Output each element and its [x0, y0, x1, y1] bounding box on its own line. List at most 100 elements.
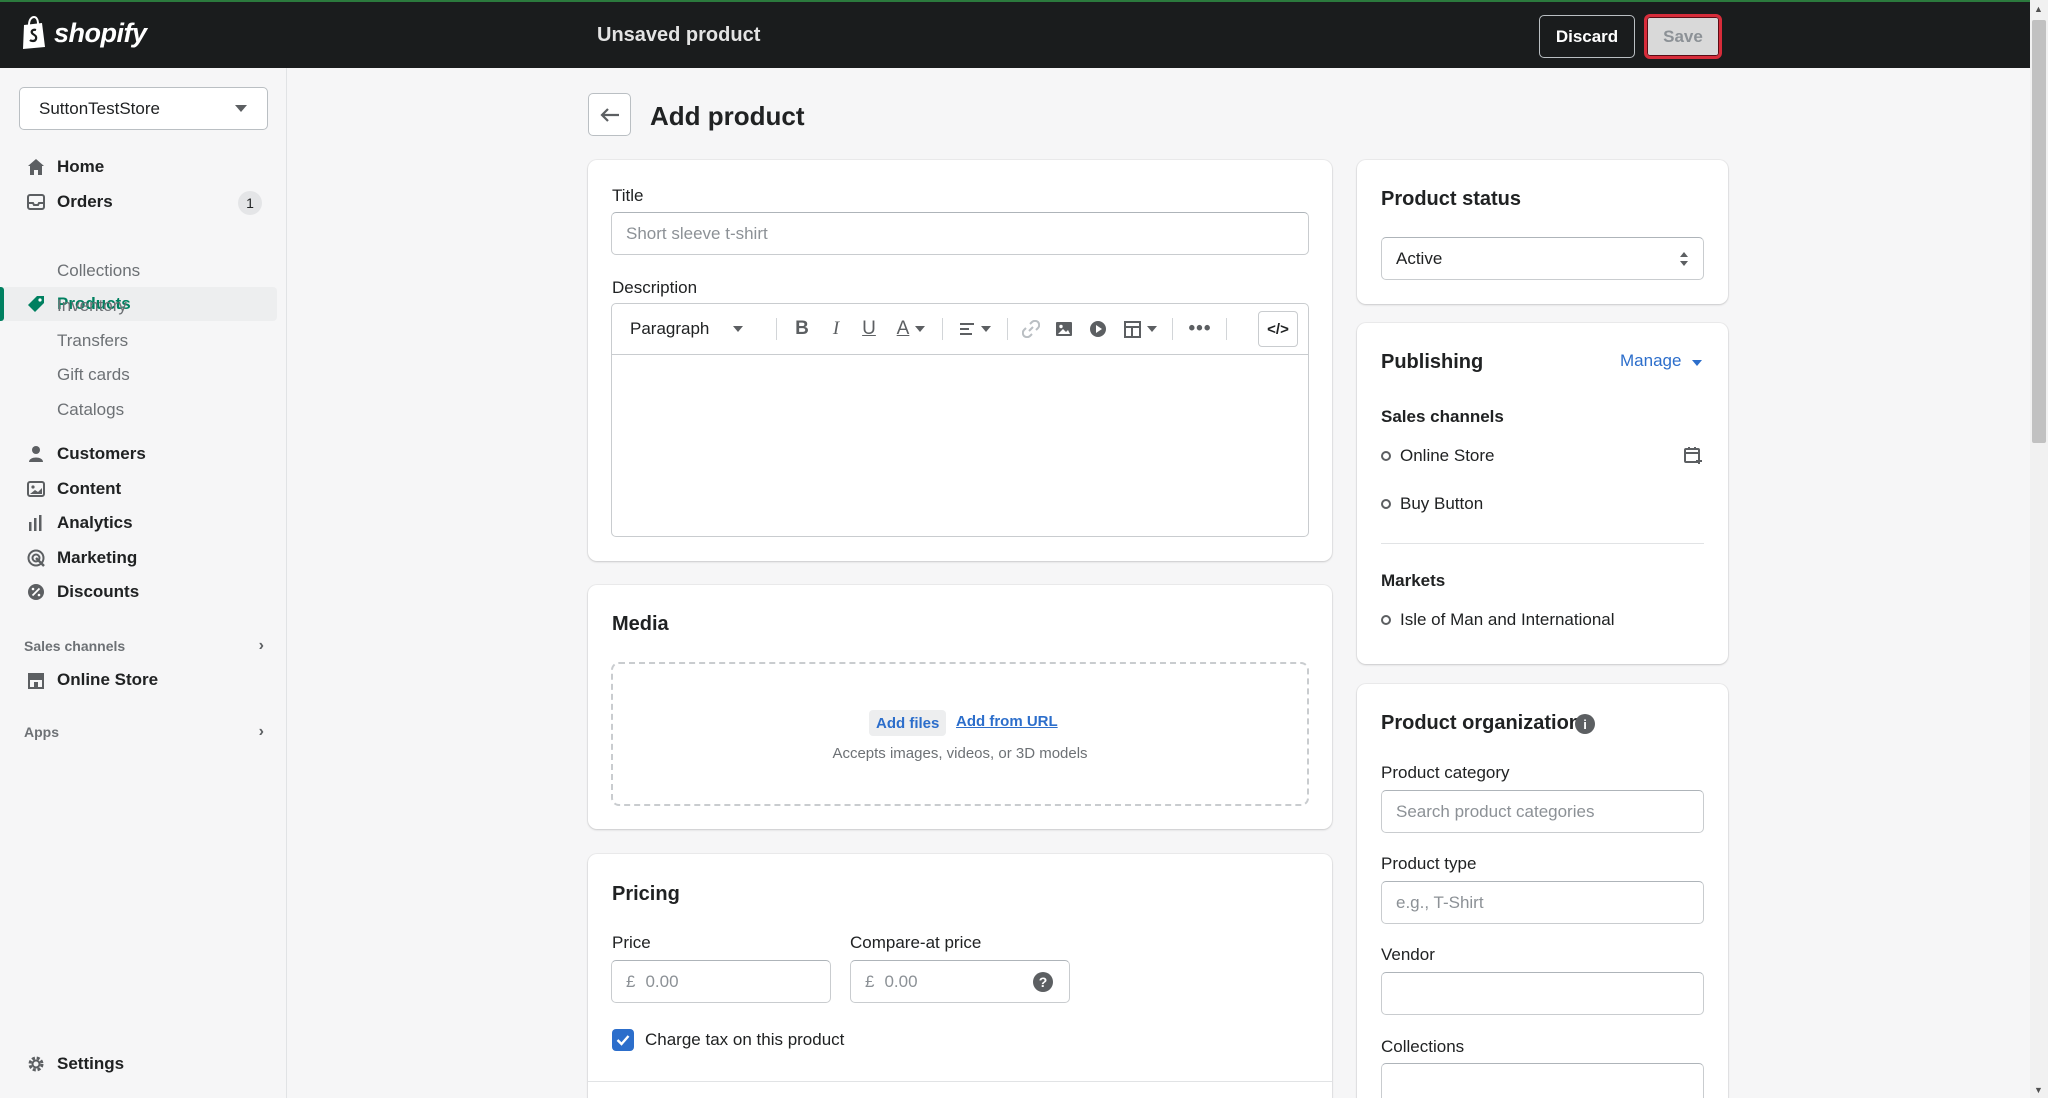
- compare-at-price-input[interactable]: £ 0.00 ?: [850, 960, 1070, 1003]
- sidebar-item-label: Discounts: [57, 582, 140, 601]
- sidebar-item-label: Content: [57, 479, 122, 498]
- caret-down-icon: [235, 105, 247, 112]
- image-icon[interactable]: [1052, 317, 1076, 341]
- target-icon: [26, 548, 46, 568]
- top-bar: shopify Unsaved product Discard Save: [0, 0, 2030, 68]
- title-placeholder: Short sleeve t-shirt: [626, 223, 768, 243]
- product-status-select[interactable]: Active: [1381, 237, 1704, 280]
- currency-symbol: £: [626, 971, 636, 991]
- save-button[interactable]: Save: [1644, 14, 1722, 59]
- sidebar-item-label: Marketing: [57, 548, 138, 567]
- sidebar-item-products[interactable]: Products: [0, 287, 277, 321]
- sidebar-item-content[interactable]: Content: [0, 472, 277, 506]
- add-files-button[interactable]: Add files: [869, 710, 947, 736]
- sidebar-subitem-collections[interactable]: Collections: [57, 261, 140, 281]
- price-placeholder: 0.00: [645, 971, 679, 991]
- sidebar-item-online-store[interactable]: Online Store: [0, 663, 277, 697]
- scroll-down-icon[interactable]: ▼: [2034, 1085, 2043, 1095]
- sales-channels-label: Sales channels: [24, 638, 126, 654]
- sidebar-subitem-inventory[interactable]: Inventory: [57, 296, 127, 316]
- product-category-input[interactable]: Search product categories: [1381, 790, 1704, 833]
- table-icon[interactable]: [1120, 317, 1160, 341]
- video-icon[interactable]: [1086, 317, 1110, 341]
- paragraph-select[interactable]: Paragraph: [630, 317, 770, 341]
- product-type-label: Product type: [1381, 854, 1477, 873]
- caret-down-icon: [915, 326, 926, 332]
- toolbar-divider: [1172, 318, 1173, 340]
- sidebar-item-settings[interactable]: Settings: [0, 1047, 277, 1081]
- markets-subheading: Markets: [1381, 571, 1446, 590]
- schedule-calendar-icon[interactable]: [1683, 445, 1703, 470]
- media-title: Media: [612, 613, 669, 635]
- caret-down-icon: [1692, 360, 1703, 366]
- store-selector[interactable]: SuttonTestStore: [19, 87, 268, 130]
- product-type-input[interactable]: e.g., T-Shirt: [1381, 881, 1704, 924]
- compare-placeholder: 0.00: [884, 971, 918, 991]
- collections-label: Collections: [1381, 1037, 1465, 1056]
- sidebar-item-marketing[interactable]: Marketing: [0, 541, 277, 575]
- code-view-icon[interactable]: </>: [1258, 311, 1298, 347]
- link-icon[interactable]: [1019, 317, 1043, 341]
- select-arrows-icon: [1680, 252, 1688, 266]
- publishing-title: Publishing: [1381, 351, 1484, 373]
- sidebar-item-home[interactable]: Home: [0, 150, 277, 184]
- content-icon: [26, 479, 46, 499]
- product-organization-title: Product organization: [1381, 712, 1581, 734]
- pricing-title: Pricing: [612, 883, 680, 905]
- brand-name: shopify: [54, 17, 147, 48]
- sidebar-item-label: Customers: [57, 444, 146, 463]
- sidebar-item-discounts[interactable]: Discounts: [0, 575, 277, 609]
- add-from-url-link[interactable]: Add from URL: [956, 713, 1058, 730]
- description-label: Description: [612, 278, 698, 297]
- orders-icon: [26, 192, 46, 212]
- scrollbar-thumb[interactable]: [2032, 20, 2046, 443]
- product-status-value: Active: [1396, 248, 1443, 268]
- help-icon[interactable]: ?: [1033, 972, 1053, 992]
- align-icon[interactable]: [954, 317, 996, 341]
- sales-channels-heading[interactable]: Sales channels ›: [24, 637, 264, 654]
- underline-icon[interactable]: U: [857, 317, 881, 341]
- type-placeholder: e.g., T-Shirt: [1396, 892, 1484, 912]
- sidebar-item-label: Analytics: [57, 513, 133, 532]
- sidebar-item-orders[interactable]: Orders 1: [0, 185, 277, 219]
- italic-icon[interactable]: I: [824, 317, 848, 341]
- discard-button[interactable]: Discard: [1539, 15, 1635, 58]
- editor-toolbar: Paragraph B I U A ••• </>: [612, 304, 1308, 355]
- vendor-input[interactable]: [1381, 972, 1704, 1015]
- shopify-logo[interactable]: shopify: [20, 15, 147, 50]
- info-icon[interactable]: i: [1575, 714, 1595, 734]
- sidebar-subitem-gift-cards[interactable]: Gift cards: [57, 365, 130, 385]
- sidebar: SuttonTestStore Home Orders 1 Products C…: [0, 68, 287, 1098]
- currency-symbol: £: [865, 971, 875, 991]
- text-color-icon[interactable]: A: [890, 317, 932, 341]
- title-input[interactable]: Short sleeve t-shirt: [611, 212, 1309, 255]
- manage-link[interactable]: Manage: [1620, 351, 1703, 371]
- sidebar-item-analytics[interactable]: Analytics: [0, 506, 277, 540]
- bold-icon[interactable]: B: [790, 317, 814, 341]
- media-dropzone[interactable]: [611, 662, 1309, 806]
- more-icon[interactable]: •••: [1186, 317, 1214, 341]
- toolbar-divider: [1007, 318, 1008, 340]
- bar-chart-icon: [26, 513, 46, 533]
- vendor-label: Vendor: [1381, 945, 1435, 964]
- checkmark-icon: [616, 1035, 630, 1046]
- manage-label: Manage: [1620, 351, 1682, 370]
- collections-input[interactable]: [1381, 1063, 1704, 1098]
- person-icon: [26, 444, 46, 464]
- sidebar-subitem-catalogs[interactable]: Catalogs: [57, 400, 124, 420]
- description-editor[interactable]: Paragraph B I U A ••• </>: [611, 303, 1309, 537]
- store-name: SuttonTestStore: [39, 98, 160, 118]
- apps-heading[interactable]: Apps ›: [24, 723, 264, 740]
- price-input[interactable]: £ 0.00: [611, 960, 831, 1003]
- chevron-right-icon: ›: [258, 723, 264, 740]
- scroll-up-icon[interactable]: ▲: [2034, 4, 2043, 14]
- sidebar-item-label: Online Store: [57, 670, 159, 689]
- page-title: Add product: [650, 101, 805, 131]
- channel-buy-button: Buy Button: [1400, 494, 1484, 513]
- sidebar-subitem-transfers[interactable]: Transfers: [57, 331, 128, 351]
- shopify-bag-icon: [20, 15, 48, 50]
- charge-tax-checkbox[interactable]: [612, 1029, 634, 1051]
- back-button[interactable]: [588, 93, 631, 136]
- sidebar-item-customers[interactable]: Customers: [0, 437, 277, 471]
- orders-count-badge: 1: [238, 191, 262, 215]
